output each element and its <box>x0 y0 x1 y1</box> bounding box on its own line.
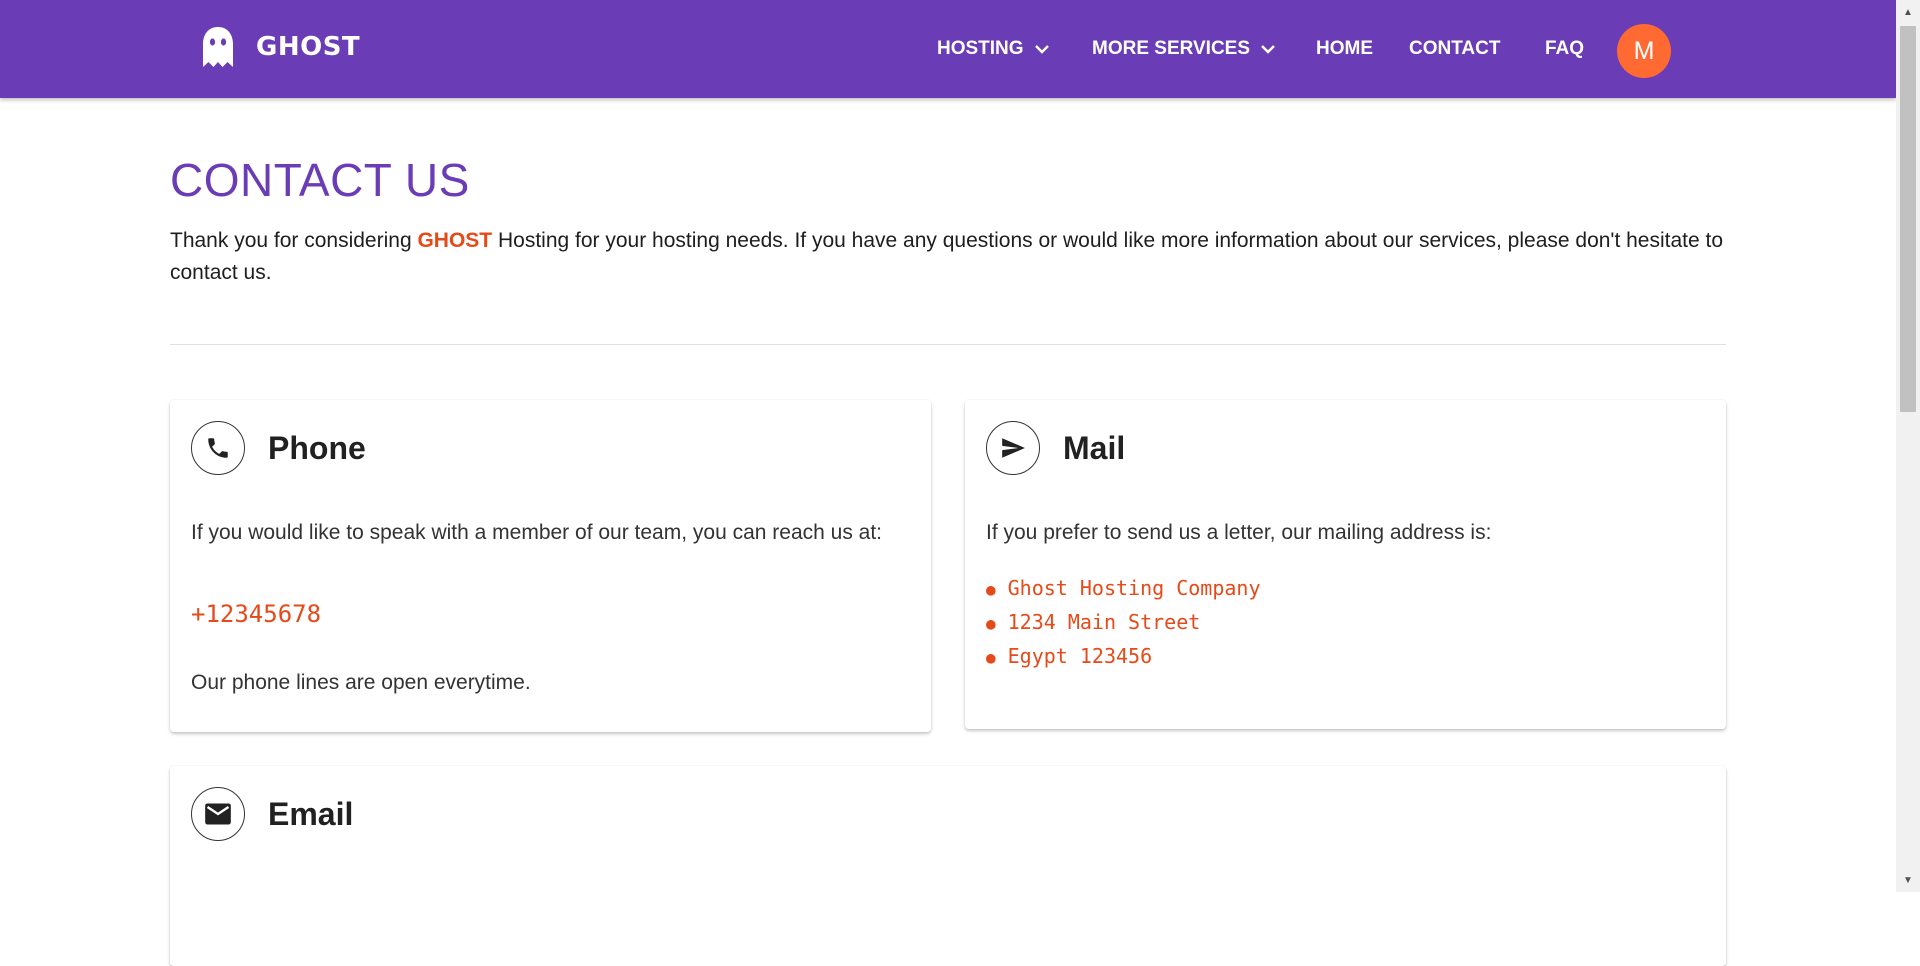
nav-hosting[interactable]: HOSTING <box>937 38 1050 60</box>
vertical-scrollbar[interactable]: ▲ ▼ <box>1896 0 1920 892</box>
main-nav-faq: FAQ <box>1545 0 1584 98</box>
nav-contact[interactable]: CONTACT <box>1409 38 1500 60</box>
phone-number[interactable]: +12345678 <box>191 600 321 628</box>
intro-text: Thank you for considering GHOST Hosting … <box>170 225 1726 289</box>
chevron-down-icon <box>1260 38 1276 60</box>
address-line: 1234 Main Street <box>986 606 1261 640</box>
nav-home[interactable]: HOME <box>1316 38 1373 60</box>
mail-card-text: If you prefer to send us a letter, our m… <box>986 521 1492 544</box>
phone-card-text: If you would like to speak with a member… <box>191 521 883 544</box>
nav-faq[interactable]: FAQ <box>1545 38 1584 60</box>
nav-more-services[interactable]: MORE SERVICES <box>1092 38 1276 60</box>
main-nav-home: HOME <box>1316 0 1373 98</box>
phone-card-note: Our phone lines are open everytime. <box>191 671 531 694</box>
envelope-icon <box>191 787 245 841</box>
intro-brand: GHOST <box>417 229 493 252</box>
brand-logo[interactable]: GHOST <box>200 26 360 68</box>
chevron-down-icon <box>1034 38 1050 60</box>
scrollbar-thumb[interactable] <box>1900 26 1916 412</box>
email-card-title: Email <box>268 795 354 832</box>
address-line: Ghost Hosting Company <box>986 572 1261 606</box>
main-nav-more: MORE SERVICES <box>1092 0 1276 98</box>
mail-card: Mail If you prefer to send us a letter, … <box>965 400 1726 729</box>
mailing-address-list: Ghost Hosting Company 1234 Main Street E… <box>986 572 1261 674</box>
phone-card-header: Phone <box>191 421 366 475</box>
nav-more-services-label: MORE SERVICES <box>1092 38 1251 59</box>
main-nav: HOSTING <box>937 0 1050 98</box>
scroll-up-arrow-icon[interactable]: ▲ <box>1896 2 1920 22</box>
page-title: CONTACT US <box>170 154 470 206</box>
intro-text-before: Thank you for considering <box>170 229 418 252</box>
phone-card: Phone If you would like to speak with a … <box>170 400 931 732</box>
mail-card-title: Mail <box>1063 429 1126 466</box>
send-icon <box>986 421 1040 475</box>
phone-icon <box>191 421 245 475</box>
user-avatar[interactable]: M <box>1617 24 1671 78</box>
nav-hosting-label: HOSTING <box>937 38 1024 59</box>
brand-name: GHOST <box>256 32 361 62</box>
top-navbar: GHOST HOSTING MORE SERVICES HOME CONTACT… <box>0 0 1896 98</box>
scroll-down-arrow-icon[interactable]: ▼ <box>1896 870 1920 890</box>
address-line: Egypt 123456 <box>986 640 1261 674</box>
email-card: Email <box>170 766 1726 966</box>
section-divider <box>170 344 1726 345</box>
email-card-header: Email <box>191 787 353 841</box>
ghost-icon <box>203 27 233 67</box>
phone-card-title: Phone <box>268 429 366 466</box>
mail-card-header: Mail <box>986 421 1125 475</box>
main-nav-contact: CONTACT <box>1409 0 1500 98</box>
